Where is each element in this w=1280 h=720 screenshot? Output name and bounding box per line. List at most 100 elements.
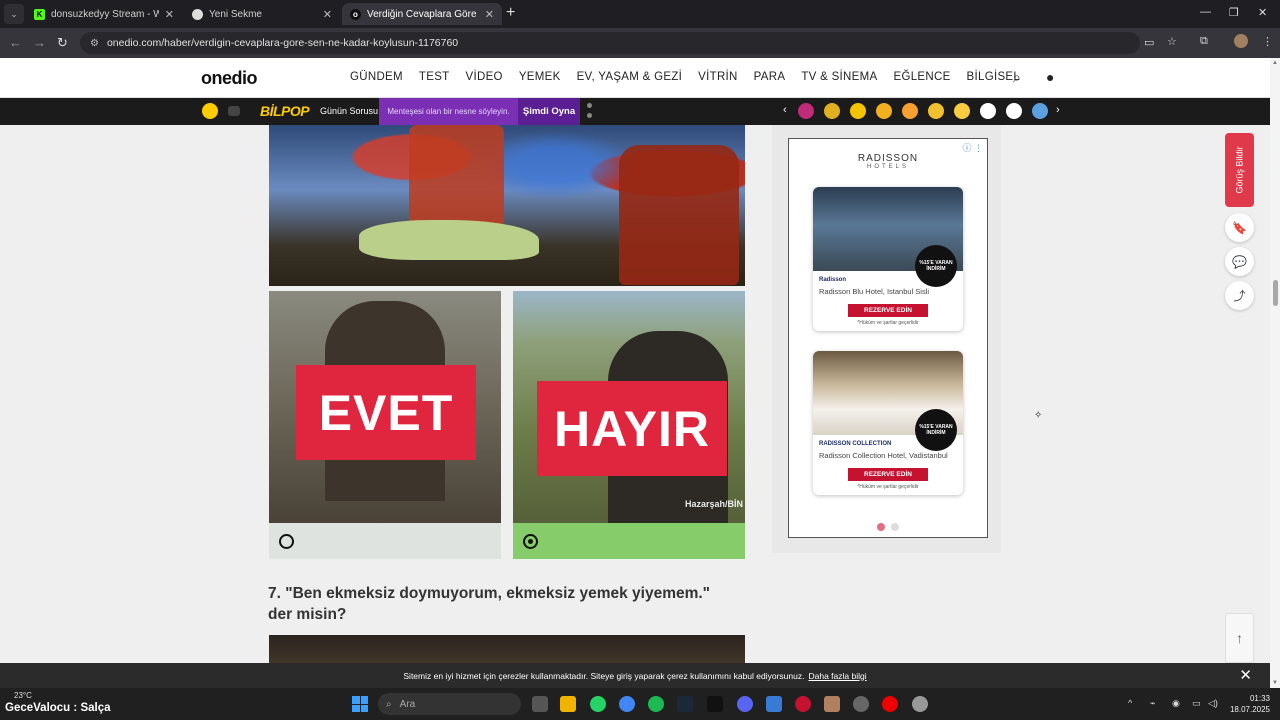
site-info-icon[interactable]: ⚙ xyxy=(90,38,99,49)
answer-radio-bar[interactable] xyxy=(269,523,501,559)
daily-question-label: Günün Sorusu xyxy=(320,106,379,116)
steam-icon[interactable] xyxy=(677,696,693,712)
browser-tab-active[interactable]: o Verdiğin Cevaplara Göre Sen N ✕ xyxy=(342,3,502,25)
whatsapp-icon[interactable] xyxy=(590,696,606,712)
menu-item-test[interactable]: TEST xyxy=(419,71,450,83)
reaction-icon[interactable] xyxy=(798,103,814,119)
taskbar-search[interactable]: ⌕ Ara xyxy=(378,693,521,715)
network-icon[interactable]: ⌁ xyxy=(1150,698,1155,709)
close-window-icon[interactable]: ✕ xyxy=(1258,6,1267,19)
discord-icon[interactable] xyxy=(737,696,753,712)
menu-kebab-icon[interactable]: ⋮ xyxy=(1262,35,1273,48)
browser-tab[interactable]: K donsuzkedyy Stream - Watch L ✕ xyxy=(26,3,182,25)
weather-widget[interactable]: 23°C xyxy=(14,691,32,700)
menu-item-ev-yasam-gezi[interactable]: EV, YAŞAM & GEZİ xyxy=(577,71,683,83)
answer-option-hayir[interactable]: HAYIR Hazarşah/BİN xyxy=(513,291,745,559)
reaction-icon[interactable] xyxy=(980,103,996,119)
address-bar[interactable]: ⚙ onedio.com/haber/verdigin-cevaplara-go… xyxy=(80,32,1140,54)
carousel-dot[interactable] xyxy=(891,523,899,531)
reaction-icon[interactable] xyxy=(1006,103,1022,119)
reaction-icon[interactable] xyxy=(954,103,970,119)
book-button[interactable]: REZERVE EDİN xyxy=(848,304,928,317)
comments-icon[interactable]: 💬 xyxy=(1225,247,1254,276)
volume-icon[interactable]: ◁) xyxy=(1208,698,1218,709)
menu-item-tv-sinema[interactable]: TV & SİNEMA xyxy=(801,71,877,83)
scroll-up-icon[interactable]: ▲ xyxy=(1272,60,1278,66)
spotify-icon[interactable] xyxy=(648,696,664,712)
page-scrollbar[interactable]: ▲ ▼ xyxy=(1270,58,1280,688)
epic-games-icon[interactable] xyxy=(707,696,723,712)
menu-item-vitrin[interactable]: VİTRİN xyxy=(698,71,738,83)
chevron-left-icon[interactable]: ‹ xyxy=(783,104,787,116)
app-icon[interactable] xyxy=(824,696,840,712)
chrome-icon[interactable] xyxy=(619,696,635,712)
play-now-button[interactable]: Şimdi Oyna xyxy=(518,98,580,125)
close-icon[interactable]: ✕ xyxy=(1239,666,1252,684)
back-icon[interactable]: ← xyxy=(9,35,22,50)
menu-item-video[interactable]: VİDEO xyxy=(466,71,503,83)
chevron-right-icon[interactable]: › xyxy=(1056,104,1060,116)
taskbar-clock[interactable]: 01:33 18.07.2025 xyxy=(1230,693,1270,715)
browser-tab[interactable]: Yeni Sekme ✕ xyxy=(184,3,340,25)
youtube-icon[interactable] xyxy=(882,696,898,712)
close-icon[interactable]: ✕ xyxy=(485,8,494,21)
search-icon[interactable]: ⌕ xyxy=(1013,69,1021,86)
app-icon[interactable] xyxy=(795,696,811,712)
reaction-icon[interactable] xyxy=(850,103,866,119)
minimize-icon[interactable]: — xyxy=(1200,6,1211,18)
file-explorer-icon[interactable] xyxy=(560,696,576,712)
gamepad-icon[interactable] xyxy=(228,106,240,116)
scroll-down-icon[interactable]: ▼ xyxy=(1272,680,1278,686)
menu-item-yemek[interactable]: YEMEK xyxy=(519,71,561,83)
display-icon[interactable]: ▭ xyxy=(1192,698,1201,709)
cast-icon[interactable]: ▭ xyxy=(1144,36,1154,49)
scroll-to-top-button[interactable]: ↑ xyxy=(1225,613,1254,663)
share-icon[interactable]: ⤴ xyxy=(1225,281,1254,310)
book-button[interactable]: REZERVE EDİN xyxy=(848,468,928,481)
task-view-icon[interactable] xyxy=(532,696,548,712)
tab-search-button[interactable]: ⌄ xyxy=(4,4,24,24)
reaction-icon[interactable] xyxy=(876,103,892,119)
daily-question-text[interactable]: Menteşesi olan bir nesne söyleyin. xyxy=(379,98,518,125)
radisson-ad[interactable]: ⓘ ⋮ RADISSON HOTELS %15'E VARAN İNDİRİM … xyxy=(788,138,988,538)
reaction-icon[interactable] xyxy=(902,103,918,119)
app-icon[interactable] xyxy=(766,696,782,712)
radio-button[interactable] xyxy=(279,534,294,549)
answer-radio-bar[interactable] xyxy=(513,523,745,559)
reload-icon[interactable]: ↻ xyxy=(57,35,68,51)
feedback-button[interactable]: Görüş Bildir xyxy=(1225,133,1254,207)
reaction-icon[interactable] xyxy=(824,103,840,119)
answer-option-evet[interactable]: EVET xyxy=(269,291,501,559)
tray-chevron-icon[interactable]: ^ xyxy=(1128,698,1132,708)
answer-image: EVET xyxy=(269,291,501,523)
scrollbar-thumb[interactable] xyxy=(1273,280,1278,306)
close-icon[interactable]: ✕ xyxy=(165,8,174,21)
menu-item-para[interactable]: PARA xyxy=(754,71,786,83)
site-logo[interactable]: onedio xyxy=(201,68,258,89)
media-player-icon[interactable] xyxy=(912,696,928,712)
bilpop-game-icon[interactable] xyxy=(202,103,218,119)
profile-avatar[interactable] xyxy=(1234,34,1248,48)
extensions-icon[interactable]: ⧉ xyxy=(1200,35,1208,48)
bookmark-icon[interactable]: 🔖 xyxy=(1225,213,1254,242)
microphone-icon[interactable]: ◉ xyxy=(1172,698,1180,709)
ad-card[interactable]: %15'E VARAN İNDİRİM RADISSON COLLECTION … xyxy=(813,351,963,495)
app-icon[interactable] xyxy=(853,696,869,712)
cookie-more-link[interactable]: Daha fazla bilgi xyxy=(808,671,866,681)
ad-card[interactable]: %15'E VARAN İNDİRİM Radisson Radisson Bl… xyxy=(813,187,963,331)
bookmark-star-icon[interactable]: ☆ xyxy=(1167,35,1177,48)
new-tab-button[interactable]: + xyxy=(506,5,515,21)
close-icon[interactable]: ✕ xyxy=(323,8,332,21)
reaction-icon[interactable] xyxy=(928,103,944,119)
windows-start-icon[interactable] xyxy=(352,696,368,712)
carousel-dot-active[interactable] xyxy=(877,523,885,531)
menu-item-gundem[interactable]: GÜNDEM xyxy=(350,71,403,83)
user-icon[interactable]: ● xyxy=(1046,69,1054,85)
now-playing[interactable]: GeceValocu : Salça xyxy=(5,702,111,714)
bilpop-logo[interactable]: BİLPOP xyxy=(260,103,310,119)
radio-button-selected[interactable] xyxy=(523,534,538,549)
restore-icon[interactable]: ❐ xyxy=(1229,6,1239,19)
forward-icon[interactable]: → xyxy=(33,35,46,50)
reaction-icon[interactable] xyxy=(1032,103,1048,119)
menu-item-eglence[interactable]: EĞLENCE xyxy=(893,71,950,83)
